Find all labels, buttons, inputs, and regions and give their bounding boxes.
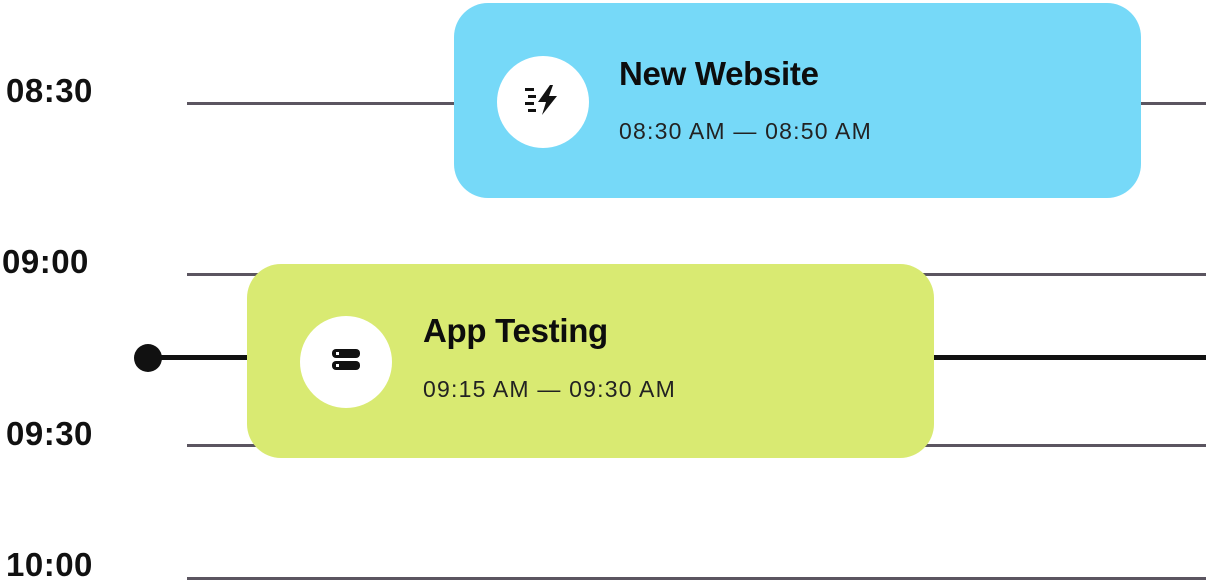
time-label-0900: 09:00	[2, 243, 89, 280]
time-label-0930: 09:30	[6, 415, 93, 452]
time-label-1000: 10:00	[6, 546, 93, 583]
server-icon	[330, 347, 362, 378]
event-card-new-website[interactable]: New Website 08:30 AM — 08:50 AM	[454, 3, 1141, 198]
event-time-range: 09:15 AM — 09:30 AM	[423, 376, 676, 402]
event-title: New Website	[619, 55, 819, 92]
event-title: App Testing	[423, 312, 608, 349]
event-icon-container	[300, 316, 392, 408]
grid-line-1000	[187, 577, 1206, 580]
event-time-range: 08:30 AM — 08:50 AM	[619, 118, 872, 144]
time-label-0830: 08:30	[6, 72, 93, 109]
current-time-dot	[134, 344, 162, 372]
event-icon-container	[497, 56, 589, 148]
lightning-fast-icon	[523, 83, 563, 122]
event-card-app-testing[interactable]: App Testing 09:15 AM — 09:30 AM	[247, 264, 934, 458]
